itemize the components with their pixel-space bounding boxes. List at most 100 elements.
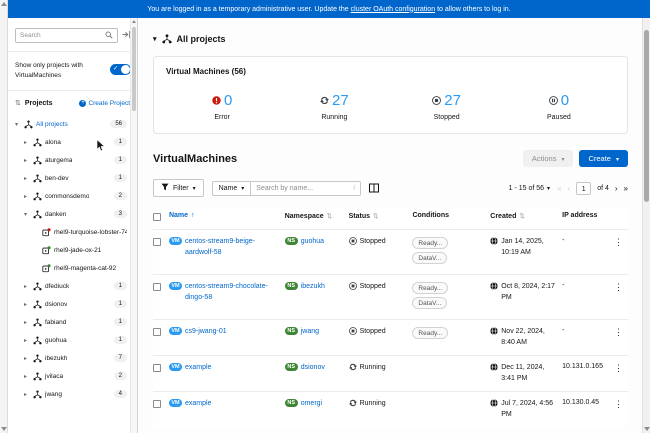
tree-item-dsionov[interactable]: ▸dsionov1 xyxy=(8,295,137,313)
tree-item-commonsdemo[interactable]: ▸commonsdemo2 xyxy=(8,187,137,205)
namespace-link[interactable]: guohua xyxy=(301,237,324,248)
condition-pill[interactable]: Ready... xyxy=(412,237,448,249)
chevron-right-icon[interactable]: ▸ xyxy=(24,193,30,200)
last-page-button[interactable] xyxy=(624,184,628,193)
project-search-input[interactable]: Search xyxy=(15,28,118,43)
chevron-down-icon[interactable]: ▾ xyxy=(153,35,157,43)
namespace-link[interactable]: dsionov xyxy=(301,363,325,374)
actions-button[interactable]: Actions xyxy=(523,150,574,167)
tree-item-dfediuck[interactable]: ▸dfediuck1 xyxy=(8,277,137,295)
vm-search-input[interactable]: Search by name... / xyxy=(251,181,361,196)
create-button[interactable]: Create xyxy=(579,150,628,167)
chevron-down-icon[interactable]: ▾ xyxy=(15,121,21,128)
namespace-link[interactable]: jwang xyxy=(301,327,319,338)
namespace-cell: NSjwang xyxy=(285,327,349,338)
first-page-button[interactable] xyxy=(557,184,561,193)
previous-page-button[interactable] xyxy=(568,184,571,193)
shortcut-hint: / xyxy=(353,185,355,192)
row-checkbox[interactable] xyxy=(153,328,161,336)
pagination-range-dropdown[interactable]: 1 - 15 of 56 xyxy=(509,185,550,192)
row-checkbox[interactable] xyxy=(153,400,161,408)
tree-item-alona[interactable]: ▸alona1 xyxy=(8,133,137,151)
sort-icon[interactable] xyxy=(327,213,332,220)
vm-filter-toggle[interactable]: ✓ xyxy=(110,64,131,75)
tree-item-guohua[interactable]: ▸guohua1 xyxy=(8,331,137,349)
select-all-checkbox[interactable] xyxy=(153,213,161,221)
vm-name-link[interactable]: centos-stream9-chocolate-dingo-58 xyxy=(185,282,279,303)
oauth-config-link[interactable]: cluster OAuth configuration xyxy=(351,6,435,13)
namespace-link[interactable]: ibezukh xyxy=(301,282,325,293)
next-page-button[interactable] xyxy=(615,184,618,193)
page-scrollbar[interactable] xyxy=(0,0,8,433)
kebab-menu-icon[interactable] xyxy=(614,363,623,373)
scrollbar-thumb[interactable] xyxy=(644,30,649,202)
vm-count-badge: 2 xyxy=(114,192,127,200)
chevron-right-icon[interactable]: ▸ xyxy=(24,391,30,398)
tree-item-ben-dev[interactable]: ▸ben-dev1 xyxy=(8,169,137,187)
kebab-menu-icon[interactable] xyxy=(614,237,623,247)
stopped-count-link[interactable]: 27 xyxy=(444,92,461,109)
current-page-input[interactable]: 1 xyxy=(576,182,591,195)
create-project-button[interactable]: Create Project xyxy=(79,100,130,107)
row-checkbox[interactable] xyxy=(153,238,161,246)
condition-pill[interactable]: DataV... xyxy=(412,252,447,264)
chevron-right-icon[interactable]: ▸ xyxy=(24,301,30,308)
condition-pill[interactable]: Ready... xyxy=(412,282,448,294)
kebab-menu-icon[interactable] xyxy=(614,282,623,292)
tree-item-aturgema[interactable]: ▸aturgema1 xyxy=(8,151,137,169)
chevron-down-icon[interactable]: ▾ xyxy=(24,211,30,218)
tree-item-rhel9-jade-ox-21[interactable]: rhel9-jade-ox-21 xyxy=(8,241,137,259)
column-header-created[interactable]: Created xyxy=(490,212,562,220)
scroll-up-icon[interactable] xyxy=(132,20,136,23)
chevron-right-icon[interactable]: ▸ xyxy=(24,373,30,380)
scroll-down-icon[interactable] xyxy=(1,427,7,431)
sort-projects-icon[interactable]: ⇅ xyxy=(15,99,21,107)
vm-count-badge: 7 xyxy=(114,354,127,362)
tree-item-rhel9-magenta-cat-92[interactable]: rhel9-magenta-cat-92 xyxy=(8,259,137,277)
chevron-right-icon[interactable]: ▸ xyxy=(24,337,30,344)
running-count-link[interactable]: 27 xyxy=(332,92,349,109)
sort-icon[interactable] xyxy=(519,213,524,220)
kebab-menu-icon[interactable] xyxy=(614,327,623,337)
chevron-right-icon[interactable]: ▸ xyxy=(24,283,30,290)
condition-pill[interactable]: Ready... xyxy=(412,327,448,339)
column-header-namespace[interactable]: Namespace xyxy=(285,212,349,220)
chevron-right-icon[interactable]: ▸ xyxy=(24,175,30,182)
sidebar-scrollbar[interactable] xyxy=(130,18,137,433)
kebab-menu-icon[interactable] xyxy=(614,399,623,409)
tree-item-fabiand[interactable]: ▸fabiand1 xyxy=(8,313,137,331)
main-scrollbar[interactable] xyxy=(642,18,650,433)
error-count-link[interactable]: 0 xyxy=(224,92,232,109)
vm-name-link[interactable]: example xyxy=(185,399,211,410)
chevron-right-icon[interactable]: ▸ xyxy=(24,157,30,164)
sort-ascending-icon[interactable] xyxy=(191,212,195,219)
search-attribute-dropdown[interactable]: Name xyxy=(212,181,252,196)
tree-item-all-projects[interactable]: ▾All projects56 xyxy=(8,115,137,133)
filter-dropdown[interactable]: Filter xyxy=(153,179,204,197)
sort-icon[interactable] xyxy=(373,213,378,220)
manage-columns-icon[interactable] xyxy=(369,183,379,193)
chevron-right-icon[interactable]: ▸ xyxy=(24,319,30,326)
namespace-link[interactable]: omergi xyxy=(301,399,322,410)
scrollbar-thumb[interactable] xyxy=(132,27,136,111)
tree-item-ibezukh[interactable]: ▸ibezukh7 xyxy=(8,349,137,367)
chevron-right-icon[interactable]: ▸ xyxy=(24,355,30,362)
paused-count-link[interactable]: 0 xyxy=(561,92,569,109)
row-checkbox[interactable] xyxy=(153,283,161,291)
tree-item-jvilaca[interactable]: ▸jvilaca2 xyxy=(8,367,137,385)
ip-address-cell: 10.131.0.165 xyxy=(562,363,614,370)
all-projects-section-header[interactable]: ▾ All projects xyxy=(153,34,628,44)
scroll-down-icon[interactable] xyxy=(644,427,650,431)
tree-item-danken[interactable]: ▾danken3 xyxy=(8,205,137,223)
chevron-right-icon[interactable]: ▸ xyxy=(24,139,30,146)
condition-pill[interactable]: DataV... xyxy=(412,297,447,309)
vm-name-link[interactable]: cs9-jwang-01 xyxy=(185,327,227,338)
tree-item-rhel9-turquoise-lobster-74[interactable]: rhel9-turquoise-lobster-74 xyxy=(8,223,137,241)
vm-name-link[interactable]: centos-stream9-beige-aardwolf-58 xyxy=(185,237,279,258)
scroll-up-icon[interactable] xyxy=(1,2,7,6)
column-header-name[interactable]: Name xyxy=(169,212,285,219)
tree-item-jwang[interactable]: ▸jwang4 xyxy=(8,385,137,403)
column-header-status[interactable]: Status xyxy=(349,212,413,220)
vm-name-link[interactable]: example xyxy=(185,363,211,374)
row-checkbox[interactable] xyxy=(153,364,161,372)
